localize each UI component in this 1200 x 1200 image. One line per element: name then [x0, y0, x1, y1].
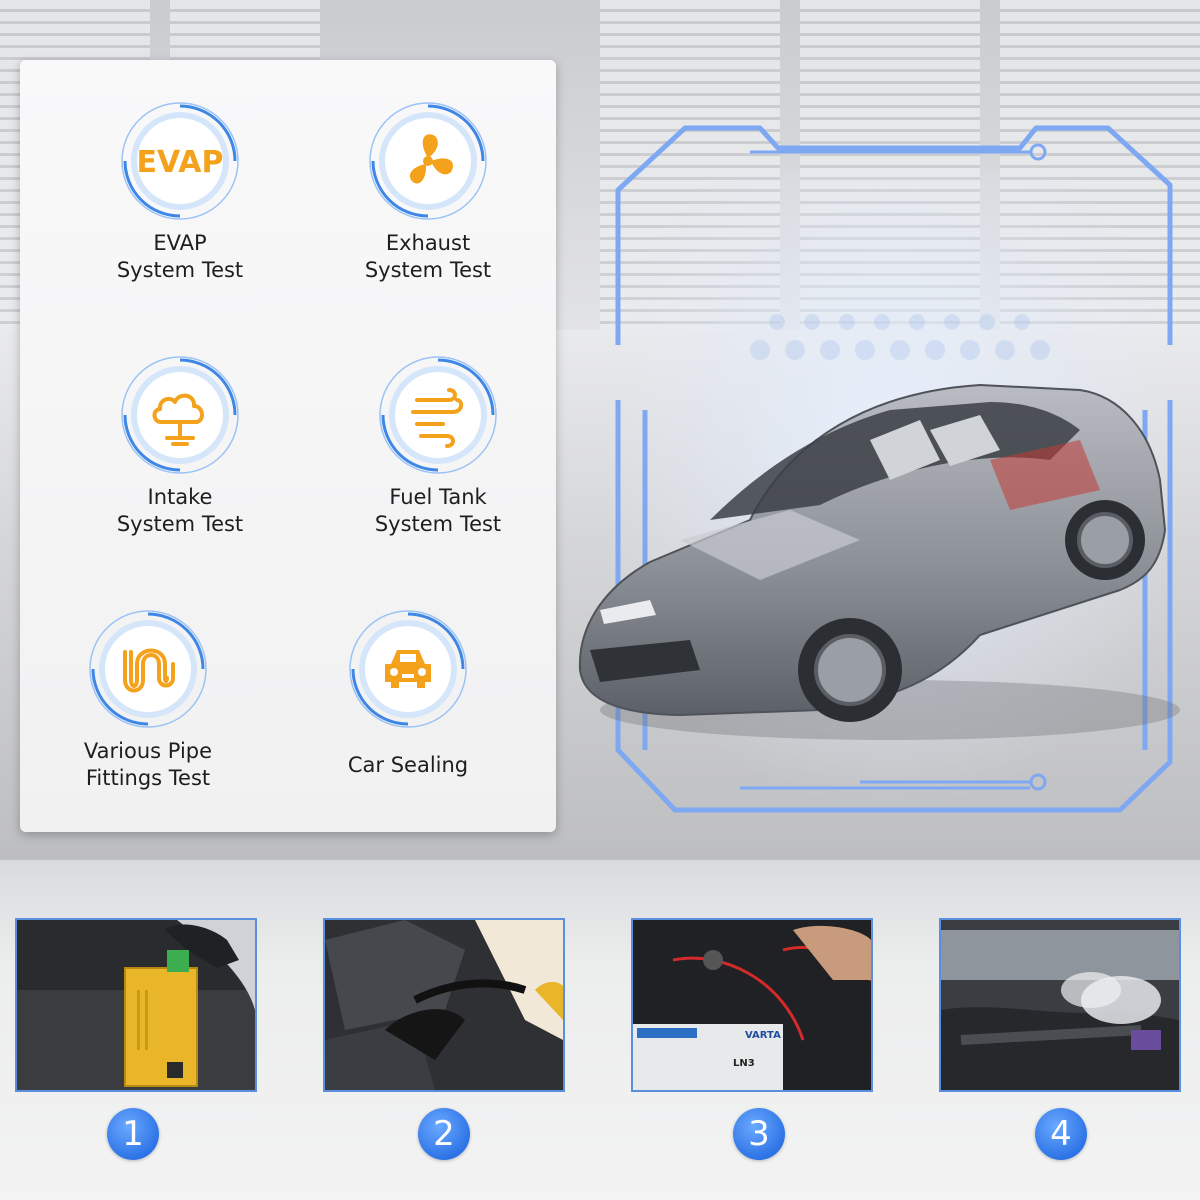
cloud-icon [119, 354, 241, 476]
feature-label: Exhaust System Test [364, 231, 492, 282]
feature-label: Fuel Tank System Test [374, 485, 502, 536]
fan-icon [367, 100, 489, 222]
svg-text:EVAP: EVAP [137, 145, 224, 180]
svg-text:LN3: LN3 [733, 1058, 755, 1069]
car-display [560, 110, 1180, 830]
feature-intake: Intake System Test [60, 354, 300, 538]
feature-evap: EVAP EVAP System Test [60, 100, 300, 284]
evap-icon: EVAP [119, 100, 241, 222]
step-2-image [323, 918, 565, 1092]
features-card: EVAP EVAP System Test Exhaust System Tes… [20, 60, 556, 832]
car-icon [347, 608, 469, 730]
feature-label: Various Pipe Fittings Test [83, 739, 213, 790]
step-3-image: VARTA LN3 [631, 918, 873, 1092]
feature-label: Intake System Test [116, 485, 244, 536]
step-number-3: 3 [733, 1108, 785, 1160]
wind-icon [377, 354, 499, 476]
step-4-image [939, 918, 1181, 1092]
tech-frame [578, 125, 1180, 813]
feature-pipe-fittings: Various Pipe Fittings Test [28, 608, 268, 792]
step-number-1: 1 [107, 1108, 159, 1160]
step-number-2: 2 [418, 1108, 470, 1160]
feature-car-sealing: Car Sealing [288, 608, 528, 779]
svg-text:VARTA: VARTA [745, 1030, 781, 1041]
feature-exhaust: Exhaust System Test [308, 100, 548, 284]
step-number-4: 4 [1035, 1108, 1087, 1160]
feature-label: Car Sealing [347, 753, 469, 777]
step-1-image [15, 918, 257, 1092]
pipe-icon [87, 608, 209, 730]
feature-fuel-tank: Fuel Tank System Test [318, 354, 558, 538]
feature-label: EVAP System Test [116, 231, 244, 282]
